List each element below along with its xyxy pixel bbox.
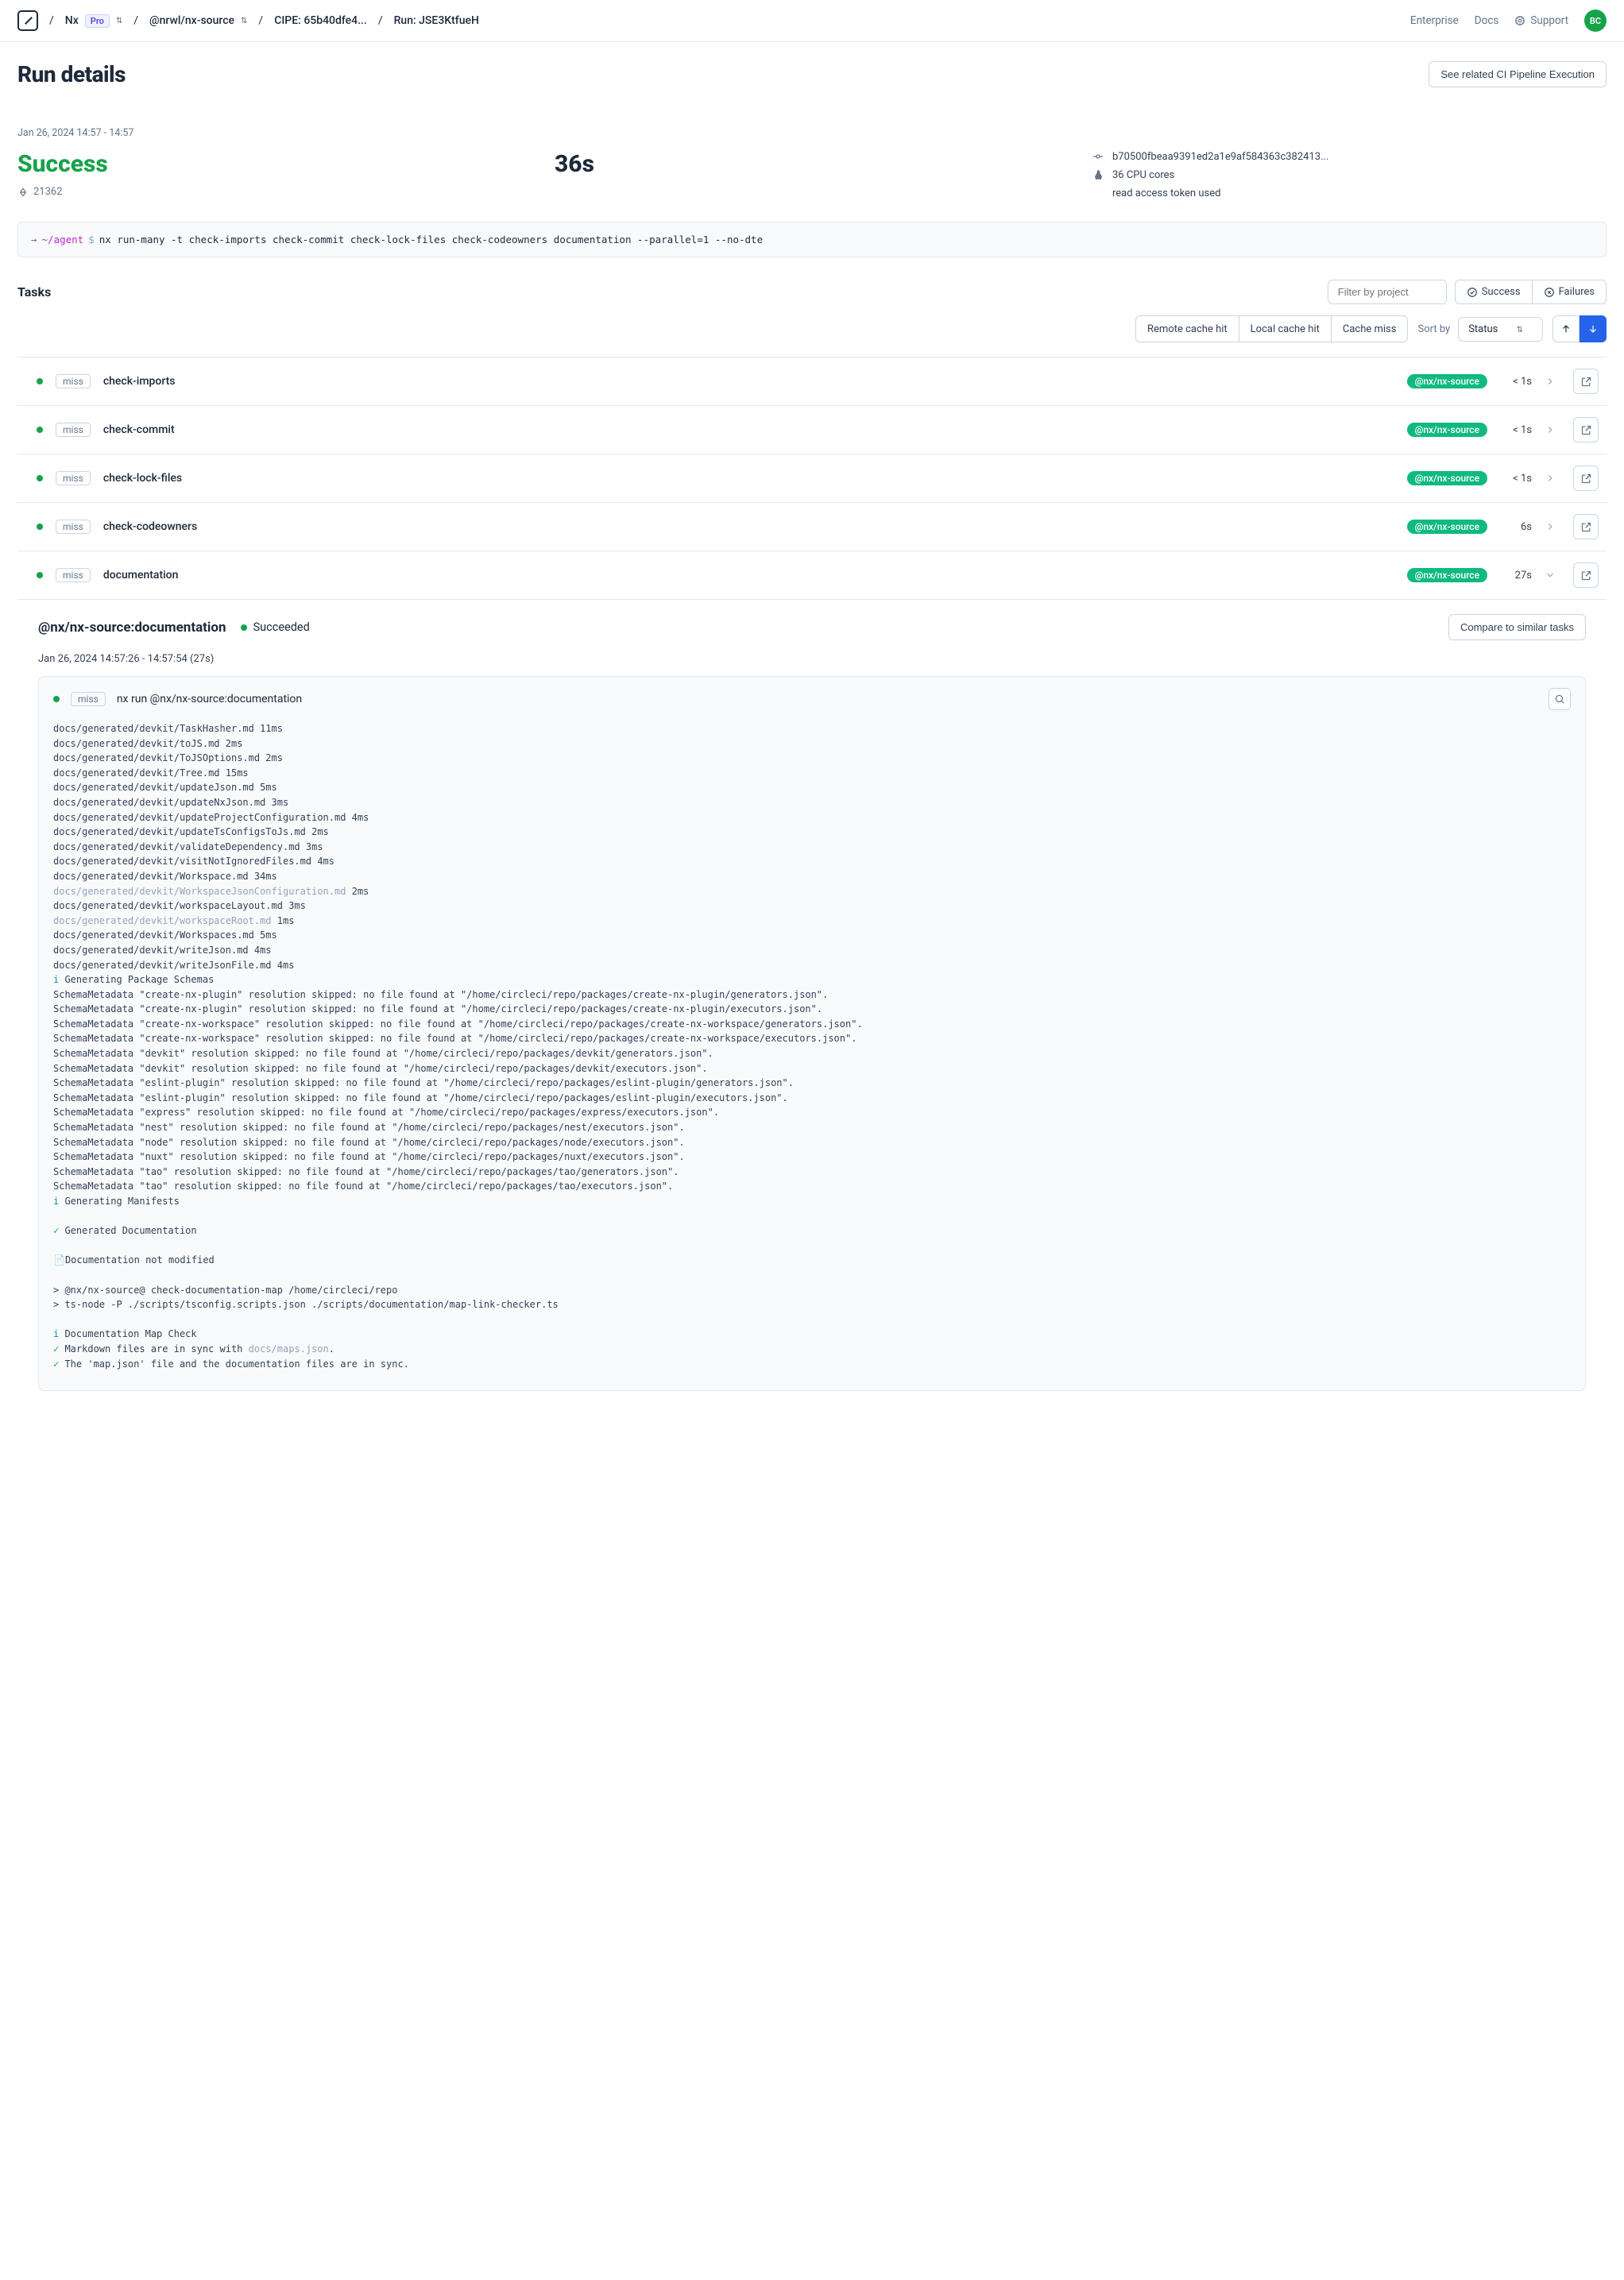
workspace-selector[interactable]: @nrwl/nx-source ⇅ (149, 14, 247, 27)
separator-icon: / (133, 14, 138, 27)
open-external-button[interactable] (1573, 417, 1599, 442)
compare-button[interactable]: Compare to similar tasks (1448, 614, 1586, 640)
task-duration: 6s (1500, 521, 1532, 533)
status-dot-icon (241, 624, 247, 631)
task-row[interactable]: miss documentation @nx/nx-source 27s (17, 551, 1607, 600)
commit-icon (1092, 150, 1104, 163)
status-dot-icon (53, 696, 60, 702)
task-row[interactable]: miss check-codeowners @nx/nx-source 6s (17, 503, 1607, 551)
task-name: check-lock-files (103, 472, 1394, 485)
cache-filter[interactable]: Remote cache hit (1136, 316, 1239, 342)
arrow-down-icon (1587, 323, 1599, 334)
task-row[interactable]: miss check-lock-files @nx/nx-source < 1s (17, 454, 1607, 503)
separator-icon: / (49, 14, 54, 27)
page-title: Run details (17, 61, 126, 87)
task-name: check-commit (103, 423, 1394, 436)
enterprise-link[interactable]: Enterprise (1410, 14, 1459, 27)
run-status: Success (17, 150, 532, 178)
separator-icon: / (258, 14, 263, 27)
detail-status: Succeeded (241, 620, 310, 634)
task-duration: < 1s (1500, 473, 1532, 485)
command-box: →~/agent$nx run-many -t check-imports ch… (17, 222, 1607, 257)
org-selector[interactable]: Nx Pro ⇅ (65, 14, 122, 28)
cache-badge: miss (56, 471, 91, 485)
cache-badge: miss (71, 692, 106, 706)
log-output: docs/generated/devkit/TaskHasher.md 11ms… (39, 721, 1585, 1390)
cache-filter[interactable]: Cache miss (1332, 316, 1408, 342)
chevron-right-icon[interactable] (1545, 376, 1560, 387)
cipe-crumb[interactable]: CIPE: 65b40dfe4... (274, 14, 367, 27)
status-dot-icon (37, 572, 43, 578)
arrow-up-icon (1560, 323, 1572, 334)
project-badge: @nx/nx-source (1407, 423, 1487, 437)
task-name: check-codeowners (103, 520, 1394, 533)
nx-logo[interactable] (17, 10, 38, 31)
chevron-right-icon[interactable] (1545, 521, 1560, 532)
cache-badge: miss (56, 520, 91, 534)
status-dot-icon (37, 475, 43, 481)
open-external-button[interactable] (1573, 514, 1599, 539)
commit-row[interactable]: b70500fbeaa9391ed2a1e9af584363c382413... (1092, 150, 1607, 163)
filter-input[interactable] (1328, 280, 1447, 304)
selector-icon: ⇅ (1517, 326, 1523, 334)
linux-icon (1092, 169, 1104, 181)
task-name: documentation (103, 569, 1394, 582)
task-row[interactable]: miss check-imports @nx/nx-source < 1s (17, 357, 1607, 406)
check-circle-icon (1467, 287, 1478, 298)
support-icon (1514, 15, 1525, 26)
run-timestamp: Jan 26, 2024 14:57 - 14:57 (17, 127, 1607, 139)
share-icon (17, 187, 29, 198)
cpu-row: 36 CPU cores (1092, 169, 1607, 181)
run-duration: 36s (555, 150, 1069, 178)
project-badge: @nx/nx-source (1407, 520, 1487, 534)
task-duration: < 1s (1500, 376, 1532, 388)
token-row: read access token used (1092, 187, 1607, 199)
cache-badge: miss (56, 374, 91, 388)
open-external-button[interactable] (1573, 562, 1599, 588)
task-duration: 27s (1500, 570, 1532, 582)
sort-desc-button[interactable] (1580, 315, 1607, 342)
open-external-button[interactable] (1573, 466, 1599, 491)
status-dot-icon (37, 427, 43, 433)
task-duration: < 1s (1500, 424, 1532, 436)
x-circle-icon (1544, 287, 1555, 298)
log-search-button[interactable] (1549, 688, 1571, 710)
filter-success[interactable]: Success (1456, 280, 1533, 303)
chevron-right-icon[interactable] (1545, 424, 1560, 435)
related-cipe-button[interactable]: See related CI Pipeline Execution (1429, 61, 1607, 87)
status-dot-icon (37, 378, 43, 385)
log-command: nx run @nx/nx-source:documentation (117, 693, 302, 705)
tasks-title: Tasks (17, 284, 51, 299)
cache-badge: miss (56, 568, 91, 582)
support-link[interactable]: Support (1514, 14, 1568, 27)
sort-label: Sort by (1417, 323, 1450, 335)
selector-icon: ⇅ (116, 17, 122, 25)
open-external-button[interactable] (1573, 369, 1599, 394)
run-crumb[interactable]: Run: JSE3KtfueH (394, 14, 479, 27)
filter-failures[interactable]: Failures (1533, 280, 1606, 303)
task-name: check-imports (103, 375, 1394, 388)
separator-icon: / (378, 14, 383, 27)
project-badge: @nx/nx-source (1407, 471, 1487, 485)
task-row[interactable]: miss check-commit @nx/nx-source < 1s (17, 406, 1607, 454)
sort-asc-button[interactable] (1552, 315, 1580, 342)
selector-icon: ⇅ (241, 17, 247, 25)
project-badge: @nx/nx-source (1407, 568, 1487, 582)
chevron-right-icon[interactable] (1545, 473, 1560, 484)
docs-link[interactable]: Docs (1475, 14, 1499, 27)
detail-title: @nx/nx-source:documentation (38, 620, 226, 636)
sort-select[interactable]: Status ⇅ (1458, 317, 1543, 342)
pro-badge: Pro (85, 14, 110, 28)
cache-badge: miss (56, 423, 91, 437)
chevron-down-icon[interactable] (1545, 570, 1560, 581)
task-count-row: 21362 (17, 186, 532, 198)
status-dot-icon (37, 524, 43, 530)
detail-timerange: Jan 26, 2024 14:57:26 - 14:57:54 (27s) (38, 653, 1586, 665)
avatar[interactable]: BC (1584, 10, 1607, 32)
project-badge: @nx/nx-source (1407, 374, 1487, 388)
search-icon (1554, 694, 1565, 705)
cache-filter[interactable]: Local cache hit (1239, 316, 1332, 342)
workspace-name: @nrwl/nx-source (149, 14, 234, 27)
org-name: Nx (65, 14, 79, 27)
